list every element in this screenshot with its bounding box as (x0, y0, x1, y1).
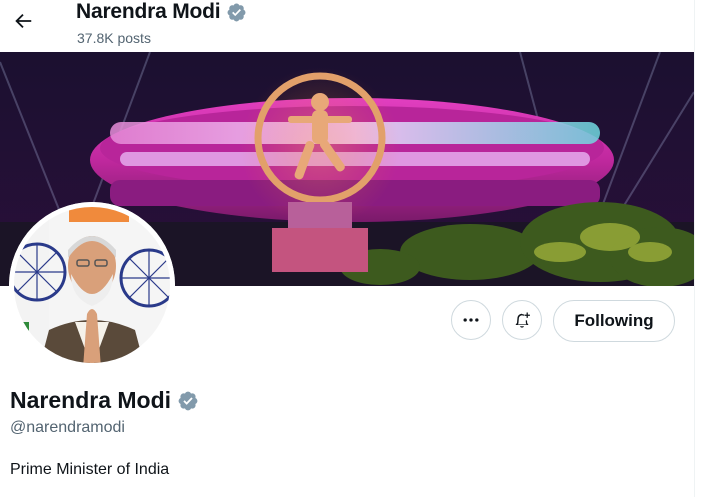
profile-name-text: Narendra Modi (10, 387, 172, 413)
verified-badge-icon (227, 3, 246, 21)
arrow-left-icon (15, 13, 32, 29)
bell-plus-icon (515, 312, 530, 328)
header-title: Narendra Modi (76, 0, 247, 24)
following-button[interactable]: Following (553, 300, 675, 342)
posts-count: 37.8K posts (77, 30, 151, 46)
more-options-button[interactable] (451, 300, 491, 340)
profile-avatar[interactable] (9, 202, 175, 368)
avatar-image (9, 202, 175, 368)
profile-display-name: Narendra Modi (10, 387, 199, 414)
notifications-button[interactable] (502, 300, 542, 340)
profile-bio: Prime Minister of India (10, 461, 170, 478)
profile-handle: @narendramodi (10, 419, 125, 436)
column-divider (694, 0, 695, 497)
ellipsis-icon (463, 318, 479, 322)
header-name-text: Narendra Modi (76, 0, 221, 23)
profile-header: Narendra Modi 37.8K posts (0, 0, 694, 52)
back-button[interactable] (8, 6, 38, 36)
verified-badge-icon (178, 391, 198, 410)
